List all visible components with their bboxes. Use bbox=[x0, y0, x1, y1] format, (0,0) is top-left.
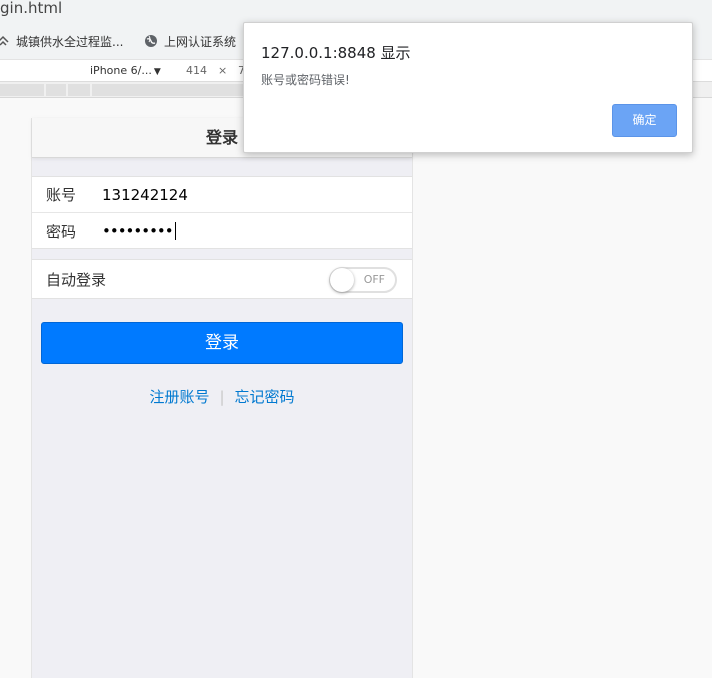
url-text: gin.html bbox=[0, 0, 63, 17]
auto-login-toggle[interactable]: OFF bbox=[329, 267, 397, 293]
ruler-segment[interactable] bbox=[92, 84, 244, 96]
chevron-down-icon: ▼ bbox=[153, 67, 161, 77]
alert-dialog: 127.0.0.1:8848 显示 账号或密码错误! 确定 bbox=[243, 22, 693, 153]
password-input[interactable]: ••••••••• bbox=[102, 222, 176, 240]
toggle-state-label: OFF bbox=[363, 273, 385, 286]
ruler-segment[interactable] bbox=[0, 84, 44, 96]
address-bar[interactable]: gin.html bbox=[0, 0, 712, 22]
login-form: 账号 密码 ••••••••• bbox=[32, 176, 412, 249]
password-label: 密码 bbox=[46, 222, 77, 241]
ruler-segment[interactable] bbox=[68, 84, 90, 96]
link-separator: | bbox=[219, 388, 225, 406]
bookmark-item-water[interactable]: 城镇供水全过程监... bbox=[0, 31, 123, 51]
globe-icon bbox=[145, 35, 157, 47]
bookmark-label: 城镇供水全过程监... bbox=[16, 34, 124, 49]
bookmark-label: 上网认证系统 bbox=[164, 34, 237, 49]
dialog-ok-button[interactable]: 确定 bbox=[612, 104, 677, 137]
dialog-message: 账号或密码错误! bbox=[261, 73, 350, 87]
account-input[interactable] bbox=[102, 179, 382, 210]
login-button[interactable]: 登录 bbox=[41, 322, 403, 364]
account-label: 账号 bbox=[46, 186, 77, 204]
mobile-viewport: 登录 账号 密码 ••••••••• 自动登录 OFF 登录 注册账号|忘记密码 bbox=[31, 118, 413, 678]
password-mask: ••••••••• bbox=[102, 222, 174, 240]
forgot-password-link[interactable]: 忘记密码 bbox=[235, 388, 295, 406]
viewport-width[interactable]: 414 bbox=[186, 64, 207, 77]
register-link[interactable]: 注册账号 bbox=[149, 388, 209, 406]
dimension-separator: × bbox=[218, 64, 228, 77]
device-select[interactable]: iPhone 6/... ▼ bbox=[90, 64, 161, 77]
auxiliary-links: 注册账号 | 忘记密码 bbox=[32, 386, 412, 407]
bookmark-site-icon bbox=[0, 35, 9, 46]
toggle-knob bbox=[330, 268, 354, 292]
device-name: iPhone 6/... bbox=[90, 64, 152, 77]
ruler-segment[interactable] bbox=[46, 84, 66, 96]
account-row: 账号 bbox=[32, 177, 412, 213]
password-row: 密码 ••••••••• bbox=[32, 213, 412, 249]
dialog-origin: 127.0.0.1:8848 显示 bbox=[261, 44, 411, 62]
auto-login-row: 自动登录 OFF bbox=[32, 259, 412, 299]
auto-login-label: 自动登录 bbox=[46, 270, 107, 289]
text-cursor bbox=[174, 222, 176, 240]
bookmark-item-auth[interactable]: 上网认证系统 bbox=[144, 31, 236, 51]
